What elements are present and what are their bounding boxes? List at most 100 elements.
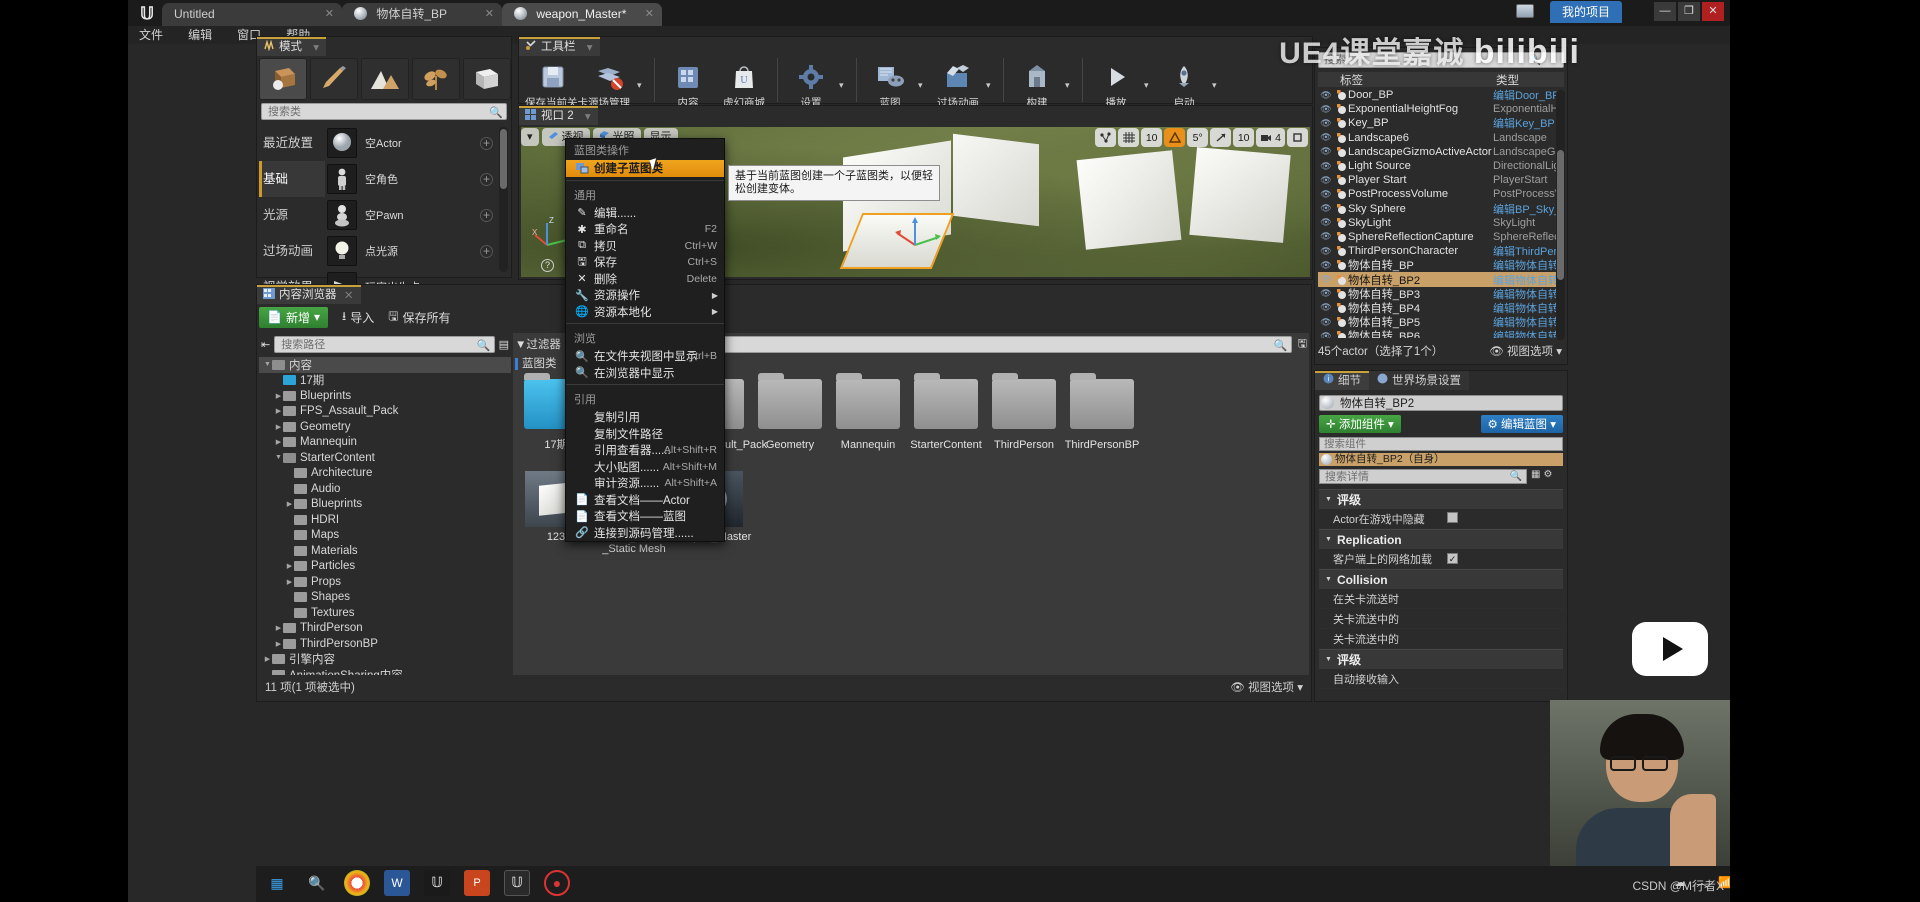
- tree-node[interactable]: ▶ ThirdPersonBP: [259, 636, 511, 652]
- property-section-header[interactable]: ▼ Collision: [1319, 569, 1563, 589]
- unreal-icon[interactable]: 𝕌: [424, 870, 450, 896]
- asset-filter-crumb[interactable]: 蓝图类: [515, 355, 557, 371]
- chevron-down-icon[interactable]: ▼: [263, 361, 272, 368]
- toolbar-play[interactable]: 播放: [1088, 58, 1144, 110]
- menu-file[interactable]: 文件: [128, 26, 174, 44]
- minimize-button[interactable]: —: [1654, 2, 1676, 21]
- chevron-right-icon[interactable]: ▶: [274, 438, 283, 446]
- outliner-row[interactable]: 👁 ThirdPersonCharacter 编辑ThirdPer: [1318, 244, 1564, 258]
- ctx-menu-item[interactable]: ⧉ 拷贝 Ctrl+W: [566, 238, 724, 255]
- toolbar-source-control[interactable]: 源场管理: [581, 58, 637, 110]
- rotate-snap-value[interactable]: 5°: [1187, 128, 1209, 147]
- asset-item[interactable]: Geometry: [751, 373, 829, 451]
- close-icon[interactable]: ✕: [325, 3, 334, 26]
- chevron-down-icon[interactable]: ▾: [918, 58, 930, 91]
- checkbox[interactable]: [1447, 511, 1458, 523]
- ctx-menu-item[interactable]: ✕ 删除 Delete: [566, 271, 724, 288]
- settings-icon[interactable]: ⚙: [1543, 469, 1552, 484]
- eye-icon[interactable]: 👁: [1318, 231, 1334, 242]
- eye-icon[interactable]: 👁: [1318, 90, 1334, 101]
- chevron-down-icon[interactable]: ▾: [1144, 58, 1156, 91]
- chevron-right-icon[interactable]: ▶: [285, 578, 294, 586]
- import-button[interactable]: ⭳ 导入: [342, 307, 374, 328]
- outliner-row[interactable]: 👁 LandscapeGizmoActiveActor LandscapeGizn: [1318, 145, 1564, 159]
- toolbar-marketplace[interactable]: U 虚幻商城: [716, 58, 772, 110]
- outliner-row[interactable]: 👁 Landscape6 Landscape: [1318, 131, 1564, 145]
- mode-button-foliage[interactable]: [412, 58, 460, 100]
- chevron-right-icon[interactable]: ▶: [274, 640, 283, 648]
- eye-icon[interactable]: 👁: [1318, 203, 1334, 214]
- tree-node[interactable]: ▼ 内容: [259, 357, 511, 373]
- outliner-row[interactable]: 👁 物体自转_BP5 编辑物体自转: [1318, 315, 1564, 330]
- ctx-menu-item[interactable]: 审计资源...... Alt+Shift+A: [566, 475, 724, 492]
- category-recent[interactable]: 最近放置: [259, 125, 325, 161]
- tree-node[interactable]: Architecture: [259, 466, 511, 482]
- ctx-menu-item[interactable]: 复制引用: [566, 409, 724, 426]
- search-icon[interactable]: 🔍: [489, 105, 503, 121]
- viewport-cube[interactable]: [1189, 147, 1291, 243]
- viewport-options-button[interactable]: ▾: [521, 128, 539, 146]
- chevron-down-icon[interactable]: ▾: [587, 40, 593, 57]
- ctx-menu-item[interactable]: 🔍 在浏览器中显示: [566, 365, 724, 382]
- chevron-down-icon[interactable]: ▾: [1212, 58, 1224, 91]
- toolbar-save-level[interactable]: 保存当前关卡: [525, 58, 588, 110]
- placeable-point-light[interactable]: 点光源 +: [327, 233, 497, 269]
- ctx-menu-item[interactable]: 📄 查看文档——Actor: [566, 492, 724, 509]
- powerpoint-icon[interactable]: P: [464, 870, 490, 896]
- add-component-button[interactable]: ✛ 添加组件 ▾: [1319, 415, 1401, 433]
- editor-tab-blueprint[interactable]: 物体自转_BP ✕: [342, 3, 502, 26]
- eye-icon[interactable]: 👁: [1318, 104, 1334, 115]
- tree-node[interactable]: ▶ Mannequin: [259, 435, 511, 451]
- add-icon[interactable]: +: [480, 244, 493, 258]
- toolbar-settings[interactable]: 设置: [783, 58, 839, 110]
- chevron-down-icon[interactable]: ▼: [1325, 576, 1332, 583]
- ctx-menu-item[interactable]: 🔗 连接到源码管理......: [566, 525, 724, 542]
- details-search-input[interactable]: 搜索详情 🔍: [1319, 469, 1527, 484]
- asset-item[interactable]: Mannequin: [829, 373, 907, 451]
- list-view-icon[interactable]: ▤: [499, 338, 509, 351]
- modes-panel-tab[interactable]: 模式 ▾: [257, 37, 326, 56]
- my-project-button[interactable]: 我的项目: [1549, 1, 1622, 23]
- chevron-down-icon[interactable]: ▼: [274, 454, 283, 461]
- viewport-cube[interactable]: [1076, 150, 1182, 250]
- outliner-view-options-button[interactable]: 👁 视图选项 ▾: [1489, 343, 1562, 361]
- category-basic[interactable]: 基础: [259, 161, 325, 197]
- tree-node[interactable]: ▶ Props: [259, 574, 511, 590]
- edit-blueprint-button[interactable]: ⚙ 编辑蓝图 ▾: [1480, 415, 1563, 433]
- chevron-down-icon[interactable]: ▼: [1325, 496, 1332, 503]
- tree-node[interactable]: ▼ StarterContent: [259, 450, 511, 466]
- mode-button-landscape[interactable]: [361, 58, 409, 100]
- toolbar-blueprints[interactable]: 蓝图: [862, 58, 918, 110]
- eye-icon[interactable]: 👁: [1318, 260, 1334, 271]
- tree-node[interactable]: Audio: [259, 481, 511, 497]
- mode-button-paint[interactable]: [310, 58, 358, 100]
- outliner-row-type[interactable]: 编辑Door_BP: [1493, 88, 1560, 103]
- grid-view-icon[interactable]: ▦: [1531, 469, 1540, 484]
- grid-snap-value[interactable]: 10: [1141, 128, 1163, 147]
- toolbar-build[interactable]: 构建: [1009, 58, 1065, 110]
- chevron-right-icon[interactable]: ▶: [274, 423, 283, 431]
- outliner-row[interactable]: 👁 Door_BP 编辑Door_BP: [1318, 88, 1564, 102]
- word-icon[interactable]: W: [384, 870, 410, 896]
- add-icon[interactable]: +: [480, 208, 493, 222]
- outliner-row-type[interactable]: 编辑物体自转: [1493, 328, 1559, 338]
- outliner-row-type[interactable]: 编辑BP_Sky_: [1493, 201, 1560, 217]
- chevron-down-icon[interactable]: ▾: [313, 40, 319, 57]
- eye-icon[interactable]: 👁: [1318, 189, 1334, 200]
- ctx-menu-item[interactable]: 引用查看器...... Alt+Shift+R: [566, 442, 724, 459]
- save-search-icon[interactable]: 🖫: [1298, 335, 1307, 354]
- toolbar-panel-tab[interactable]: 工具栏 ▾: [519, 37, 600, 56]
- category-cinematic[interactable]: 过场动画: [259, 233, 325, 269]
- outliner-row[interactable]: 👁 物体自转_BP6 编辑物体自转: [1318, 329, 1564, 338]
- editor-tab-weapon-master[interactable]: weapon_Master* ✕: [502, 3, 662, 26]
- outliner-row[interactable]: 👁 SphereReflectionCapture SphereReflectic: [1318, 230, 1564, 244]
- add-icon[interactable]: +: [480, 136, 493, 150]
- component-search-input[interactable]: 搜索组件: [1319, 437, 1563, 451]
- outliner-row[interactable]: 👁 物体自转_BP 编辑物体自转: [1318, 258, 1564, 273]
- search-icon[interactable]: 🔍: [1274, 338, 1288, 354]
- add-icon[interactable]: +: [480, 172, 493, 186]
- chevron-right-icon[interactable]: ▶: [274, 392, 283, 400]
- eye-icon[interactable]: 👁: [1318, 288, 1334, 299]
- component-row-self[interactable]: 物体自转_BP2（自身）: [1319, 453, 1563, 466]
- tree-node[interactable]: ▶ Geometry: [259, 419, 511, 435]
